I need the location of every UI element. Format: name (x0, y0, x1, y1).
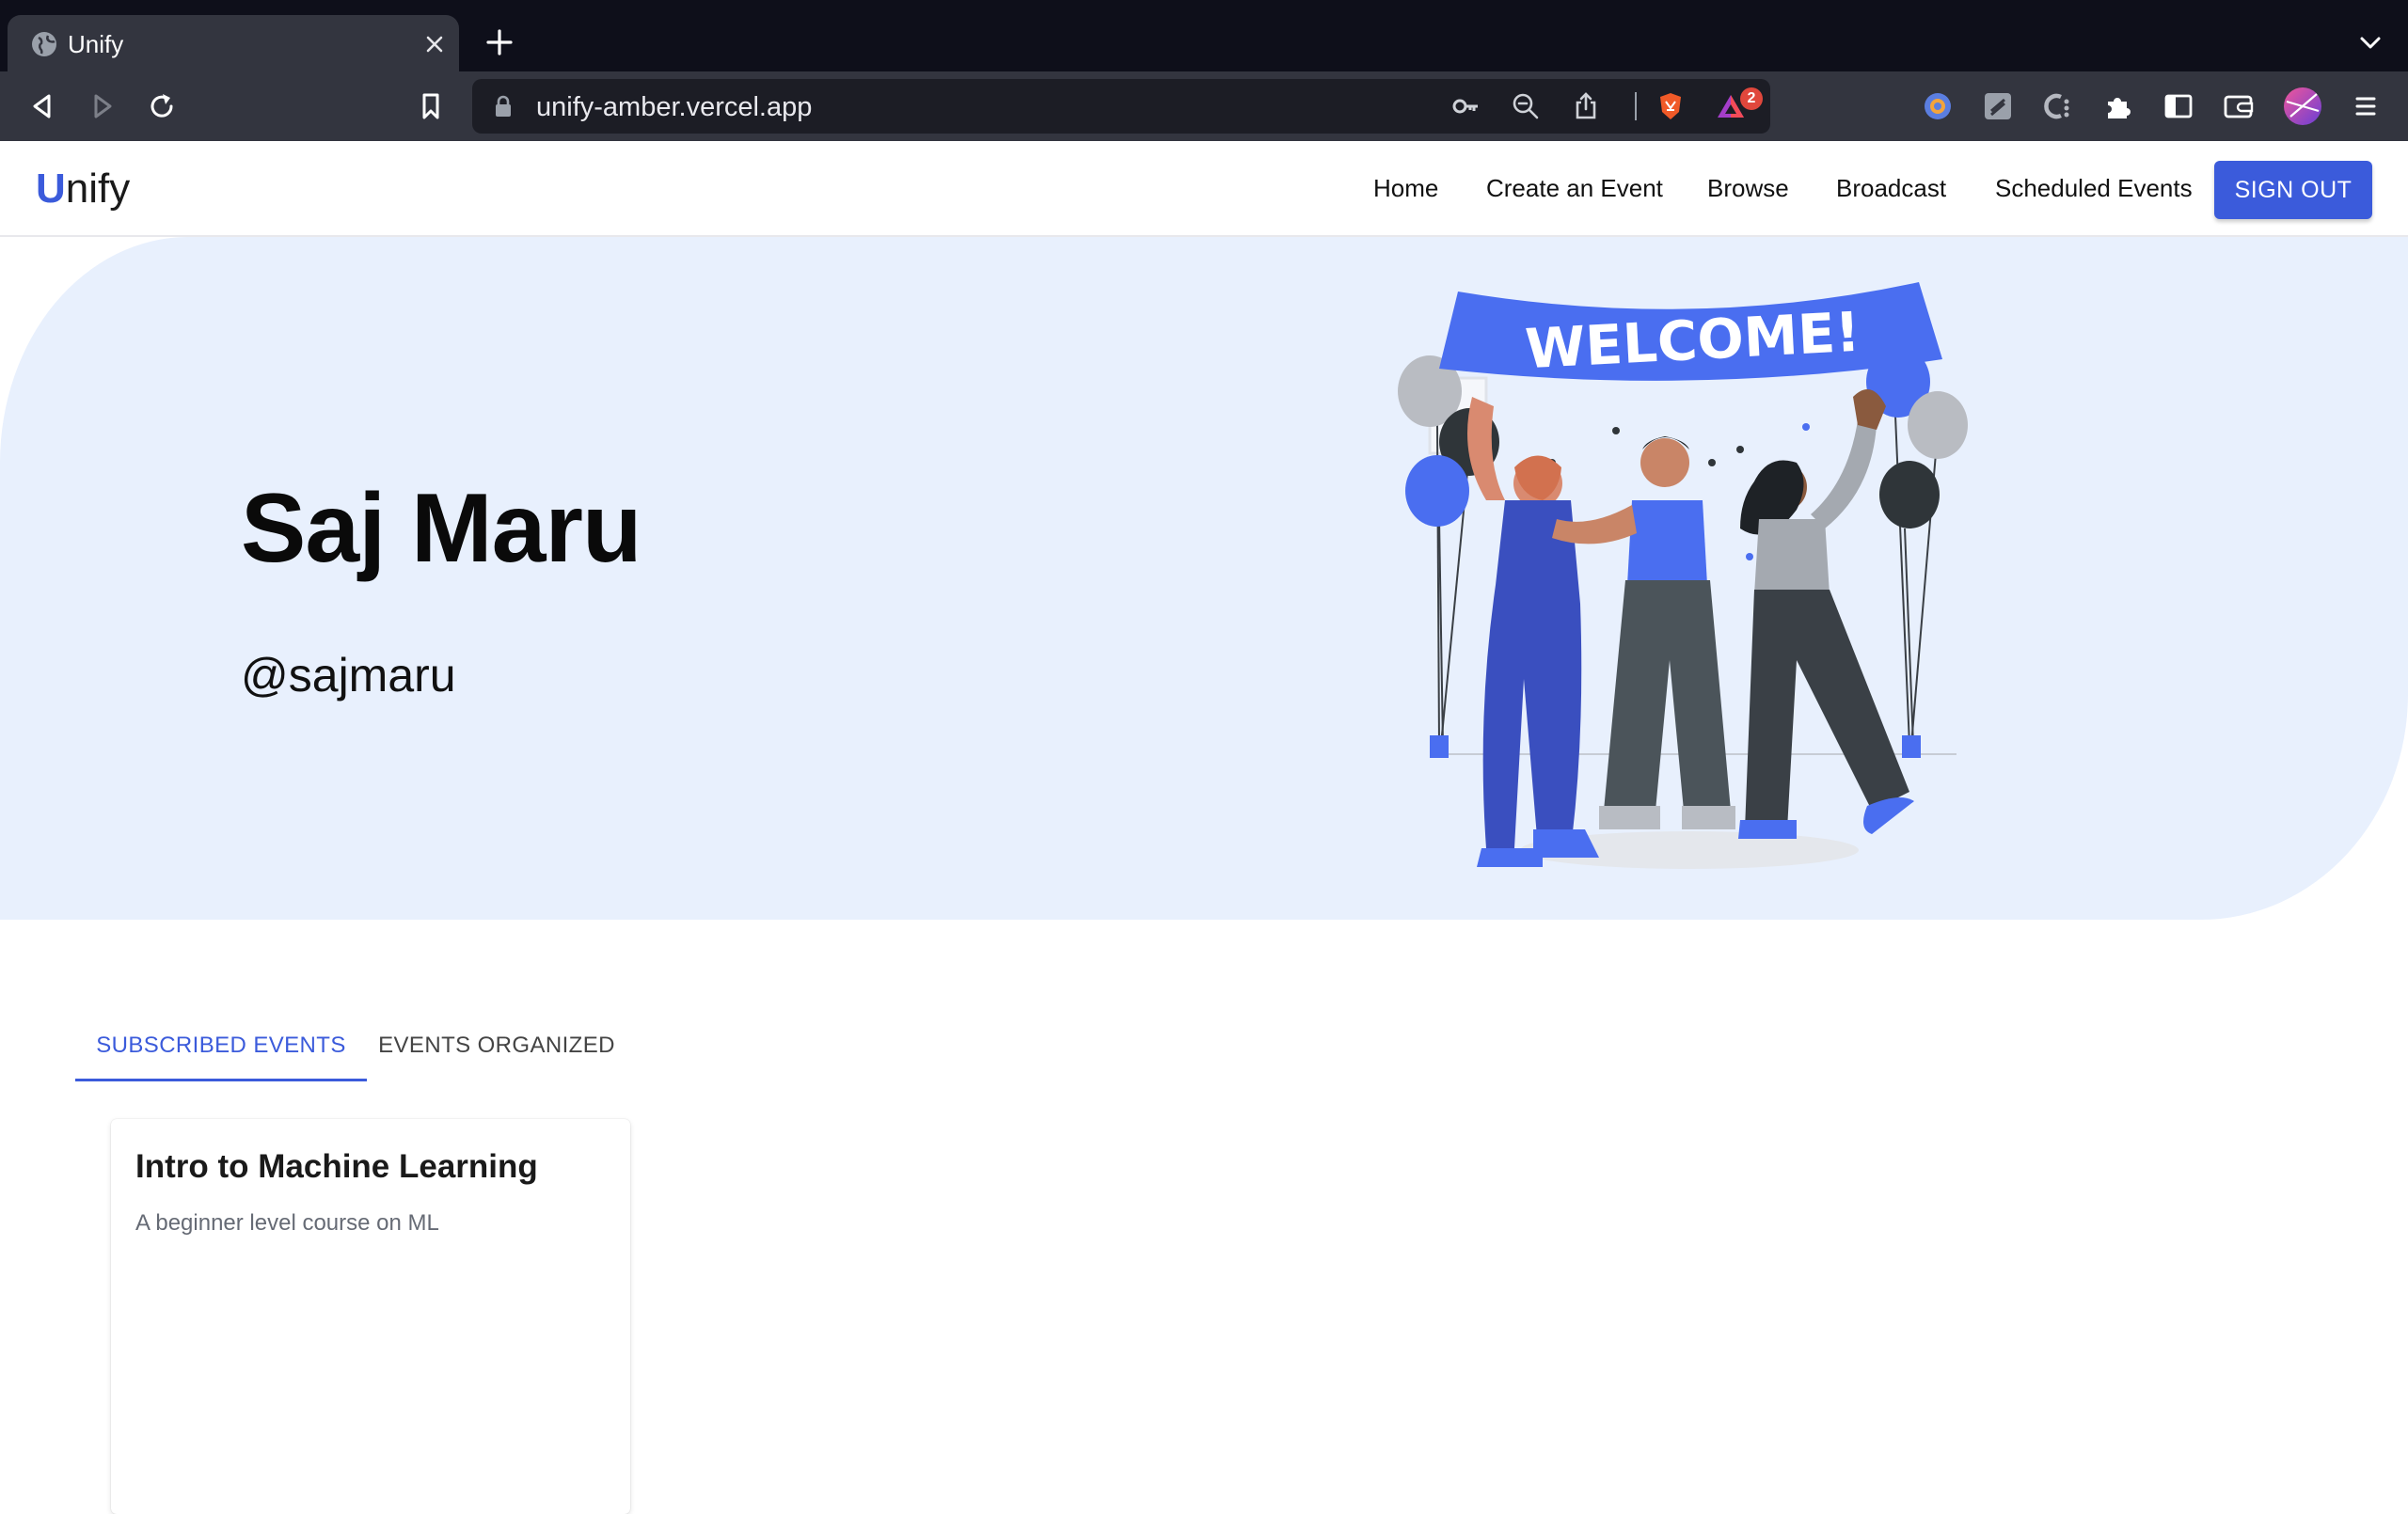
nav-create-event[interactable]: Create an Event (1486, 173, 1663, 203)
profile-avatar-icon[interactable] (2283, 87, 2322, 126)
browser-toolbar: unify-amber.vercel.app 2 (0, 71, 2408, 141)
bookmark-icon[interactable] (415, 90, 447, 122)
puzzle-icon[interactable] (2102, 90, 2134, 122)
reload-icon[interactable] (146, 90, 178, 122)
sign-out-button[interactable]: SIGN OUT (2214, 161, 2372, 219)
sidebar-icon[interactable] (2162, 90, 2194, 122)
event-title: Intro to Machine Learning (135, 1148, 538, 1185)
brave-shields-icon[interactable] (1656, 91, 1686, 121)
app-navbar: Unify Home Create an Event Browse Broadc… (0, 141, 2408, 237)
profile-hero: Saj Maru @sajmaru WELCOME! (0, 237, 2408, 920)
profile-handle: @sajmaru (241, 649, 456, 702)
browser-tab[interactable]: Unify (8, 15, 459, 71)
notification-badge: 2 (1740, 87, 1763, 110)
wallet-icon[interactable] (2223, 90, 2255, 122)
event-description: A beginner level course on ML (135, 1210, 439, 1236)
app-logo[interactable]: Unify (36, 166, 130, 213)
logo-text: nify (65, 166, 131, 212)
globe-icon (32, 32, 56, 56)
welcome-illustration: WELCOME! (1398, 282, 1968, 869)
logo-letter: U (36, 166, 66, 212)
profile-name: Saj Maru (241, 474, 642, 583)
browser-tab-strip: Unify (0, 0, 2408, 71)
chevron-down-icon[interactable] (2357, 32, 2384, 55)
nav-home[interactable]: Home (1373, 173, 1438, 203)
extension-notes-icon[interactable] (1982, 90, 2014, 122)
back-icon[interactable] (26, 90, 58, 122)
url-text[interactable]: unify-amber.vercel.app (536, 92, 812, 122)
zoom-out-icon[interactable] (1511, 91, 1541, 121)
tab-subscribed-events[interactable]: SUBSCRIBED EVENTS (75, 1016, 367, 1081)
share-icon[interactable] (1571, 91, 1601, 121)
browser-tab-title: Unify (68, 30, 124, 58)
close-icon[interactable] (421, 31, 448, 57)
tab-events-organized[interactable]: EVENTS ORGANIZED (367, 1016, 626, 1081)
address-bar[interactable]: unify-amber.vercel.app 2 (472, 79, 1770, 134)
separator (1635, 92, 1637, 120)
new-tab-plus-icon[interactable] (485, 28, 514, 56)
key-icon[interactable] (1450, 91, 1481, 121)
forward-icon[interactable] (87, 90, 119, 122)
extension-colorful-icon[interactable] (1922, 90, 1954, 122)
nav-scheduled-events[interactable]: Scheduled Events (1995, 173, 2193, 203)
event-card[interactable]: Intro to Machine Learning A beginner lev… (111, 1119, 630, 1514)
extension-c-icon[interactable] (2042, 90, 2074, 122)
menu-icon[interactable] (2350, 90, 2382, 122)
nav-broadcast[interactable]: Broadcast (1836, 173, 1946, 203)
nav-browse[interactable]: Browse (1707, 173, 1789, 203)
lock-icon (496, 95, 511, 117)
